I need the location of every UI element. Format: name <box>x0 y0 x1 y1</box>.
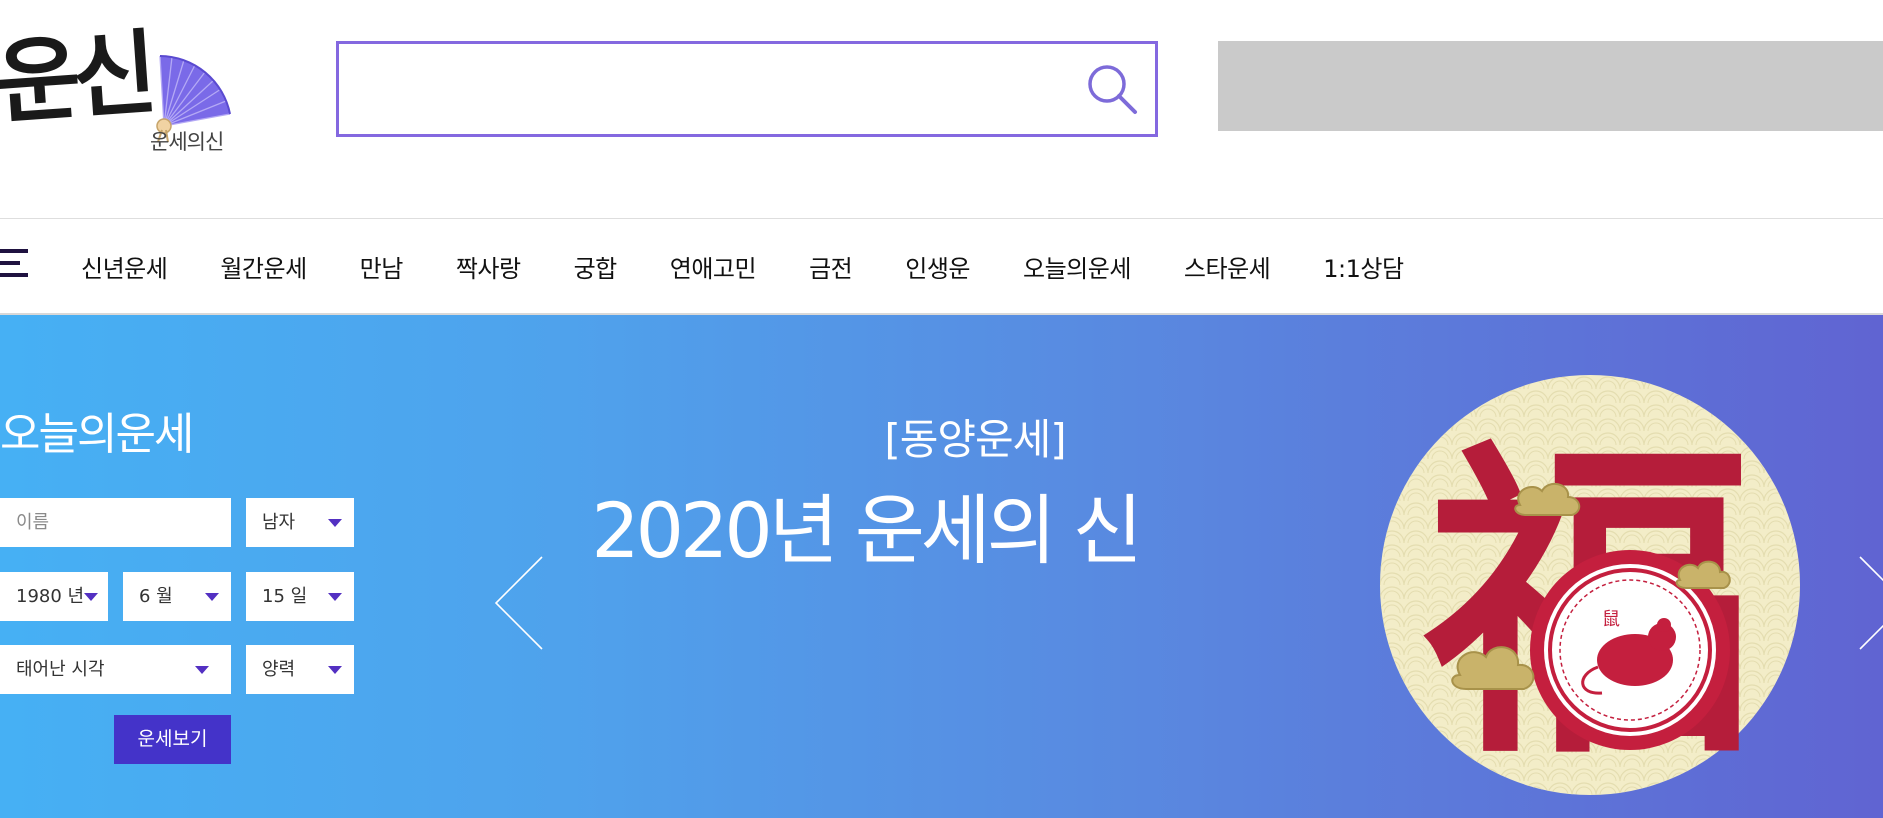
calendar-type-select-value: 양력 <box>262 659 296 680</box>
site-logo[interactable]: 운신 운세의신 <box>0 19 235 158</box>
nav-item-crush[interactable]: 짝사랑 <box>456 249 521 284</box>
month-select[interactable]: 6 월 <box>123 572 231 621</box>
nav-item-new-year-fortune[interactable]: 신년운세 <box>81 249 168 284</box>
nav-item-meeting[interactable]: 만남 <box>360 249 404 284</box>
view-fortune-button[interactable]: 운세보기 <box>114 715 231 764</box>
nav-item-money[interactable]: 금전 <box>809 249 853 284</box>
day-select[interactable]: 15 일 <box>246 572 354 621</box>
nav-item-love-concerns[interactable]: 연애고민 <box>670 249 757 284</box>
slide-image[interactable]: 福 鼠 <box>1380 375 1800 795</box>
day-select-value: 15 일 <box>262 586 308 607</box>
nav-item-consultation[interactable]: 1:1상담 <box>1323 249 1404 284</box>
nav-list: 신년운세 월간운세 만남 짝사랑 궁합 연애고민 금전 인생운 오늘의운세 스타… <box>81 219 1457 314</box>
search-icon[interactable] <box>1083 60 1143 120</box>
chevron-down-icon <box>328 666 342 674</box>
nav-item-compatibility[interactable]: 궁합 <box>574 249 618 284</box>
hamburger-menu-icon[interactable] <box>0 249 32 279</box>
logo-wordmark: 운신 <box>0 18 153 138</box>
stamp-glyph: 鼠 <box>1602 609 1620 630</box>
birth-time-select[interactable]: 태어난 시각 <box>0 645 231 694</box>
nav-item-today-fortune[interactable]: 오늘의운세 <box>1023 249 1131 284</box>
main-nav: 신년운세 월간운세 만남 짝사랑 궁합 연애고민 금전 인생운 오늘의운세 스타… <box>0 218 1883 315</box>
nav-item-life-fortune[interactable]: 인생운 <box>905 249 970 284</box>
search-input[interactable] <box>353 62 1053 116</box>
chevron-down-icon <box>205 593 219 601</box>
calendar-type-select[interactable]: 양력 <box>246 645 354 694</box>
logo-subtitle: 운세의신 <box>150 130 224 154</box>
hero-banner: 오늘의운세 이름 남자 1980 년 6 월 15 일 태어난 시각 양력 운세… <box>0 315 1883 818</box>
year-select[interactable]: 1980 년 <box>0 572 108 621</box>
chevron-down-icon <box>328 593 342 601</box>
ad-banner[interactable] <box>1218 41 1883 131</box>
nav-item-star-fortune[interactable]: 스타운세 <box>1184 249 1271 284</box>
site-header: 운신 운세의신 <box>0 0 1883 218</box>
chevron-down-icon <box>195 666 209 674</box>
month-select-value: 6 월 <box>139 586 173 607</box>
year-select-value: 1980 년 <box>16 586 85 607</box>
birth-time-select-value: 태어난 시각 <box>16 659 105 680</box>
chevron-right-icon[interactable] <box>1852 553 1883 653</box>
chevron-left-icon[interactable] <box>490 553 550 653</box>
chevron-down-icon <box>84 593 98 601</box>
nav-item-monthly-fortune[interactable]: 월간운세 <box>220 249 307 284</box>
search-box[interactable] <box>336 41 1158 137</box>
